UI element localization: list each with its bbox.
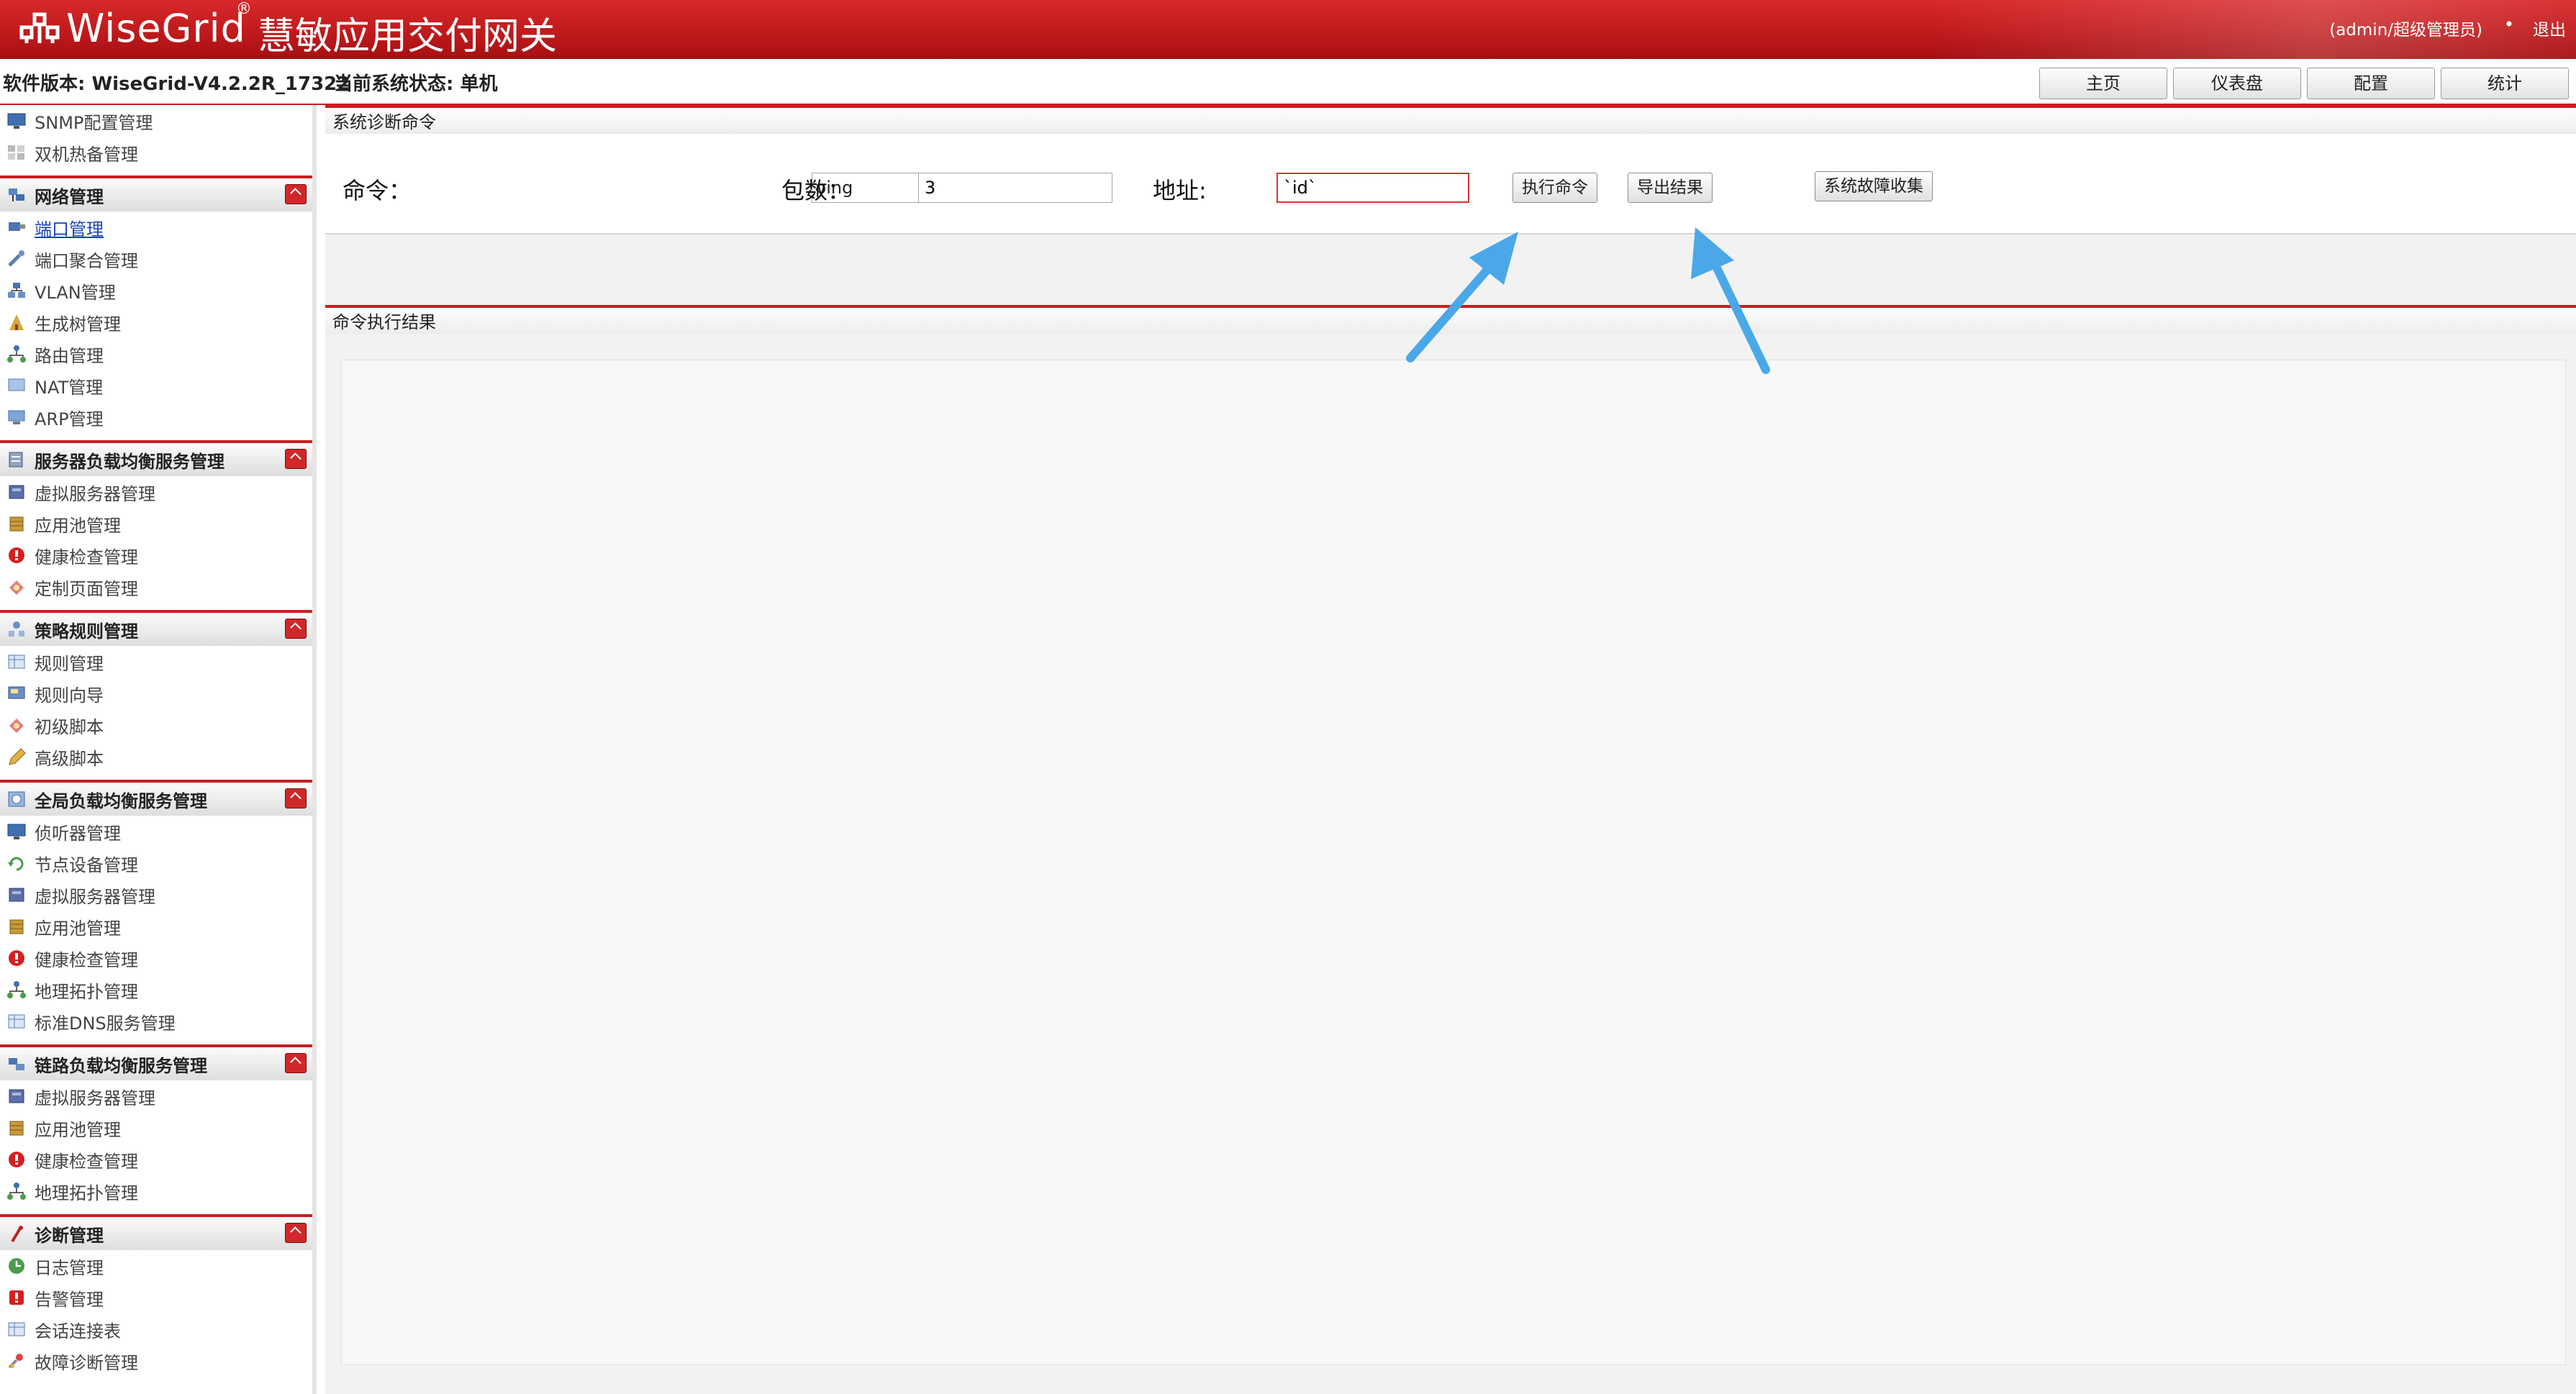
annotation-arrows xyxy=(1406,227,1770,374)
arrow-to-execute-icon xyxy=(1406,232,1518,363)
arrow-to-export-icon xyxy=(1691,227,1770,374)
